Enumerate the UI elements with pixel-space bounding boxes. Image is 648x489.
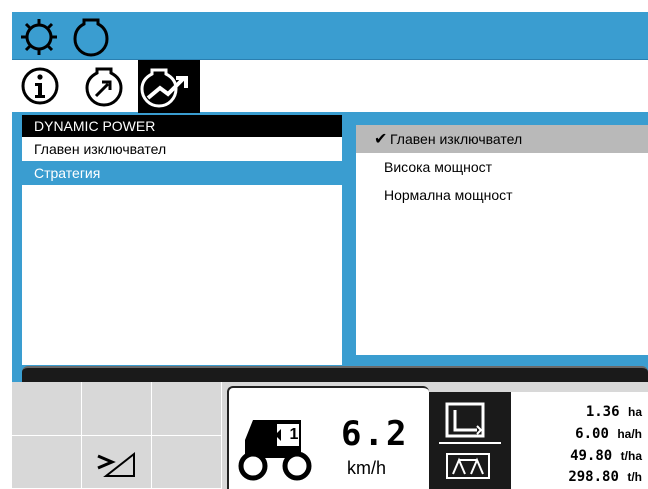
popup-option-label: Главен изключвател	[390, 131, 523, 147]
engine-speed-icon[interactable]	[82, 66, 126, 108]
gear-icon[interactable]	[18, 16, 60, 58]
speed-panel: 1 6.2 km/h	[227, 386, 429, 489]
popup-option-high-power[interactable]: Висока мощност	[356, 153, 648, 181]
softkey-1[interactable]	[12, 382, 82, 436]
strategy-popup: ✔ Главен изключвател Висока мощност Норма…	[342, 113, 648, 365]
terminal-screen: DYNAMIC POWER Главен изключвател Стратег…	[12, 12, 648, 489]
stat-yield-per-ha: 49.80 t/ha	[570, 448, 642, 464]
softkey-pto[interactable]	[82, 436, 152, 489]
popup-option-main-switch[interactable]: ✔ Главен изключвател	[356, 125, 648, 153]
list-item-main-switch[interactable]: Главен изключвател	[22, 137, 356, 161]
list-item-strategy[interactable]: Стратегия	[22, 161, 356, 185]
softkey-grid	[12, 382, 222, 489]
stat-area: 1.36 ha	[585, 404, 642, 420]
speed-unit: km/h	[347, 458, 387, 478]
stat-throughput: 298.80 t/h	[568, 469, 642, 485]
speed-value: 6.2	[341, 414, 409, 454]
stat-area-rate: 6.00 ha/h	[575, 426, 642, 442]
dynamic-power-tab[interactable]	[138, 60, 200, 113]
menu-icon-row	[12, 59, 648, 113]
engine-icon[interactable]	[70, 16, 112, 58]
status-area: 1 6.2 km/h 1.36 ha 6.00 ha/h 49.80 t/ha …	[12, 382, 648, 489]
pto-lever-icon	[97, 451, 135, 477]
checkmark-icon: ✔	[374, 131, 388, 148]
dynamic-power-icon	[140, 68, 188, 108]
softkey-2[interactable]	[82, 382, 152, 436]
info-icon[interactable]	[20, 66, 60, 106]
top-status-row	[12, 12, 648, 59]
gear-number: 1	[289, 426, 299, 443]
softkey-4[interactable]	[12, 436, 82, 489]
popup-option-label: Висока мощност	[384, 159, 493, 175]
softkey-bar	[22, 366, 648, 382]
softkey-3[interactable]	[152, 382, 222, 436]
list-title: DYNAMIC POWER	[22, 115, 356, 137]
popup-options: ✔ Главен изключвател Висока мощност Норма…	[356, 125, 648, 355]
softkey-6[interactable]	[152, 436, 222, 489]
yield-icon-panel	[429, 392, 511, 489]
popup-option-normal-power[interactable]: Нормална мощност	[356, 181, 648, 209]
area-frame-icon[interactable]	[443, 398, 491, 442]
tractor-icon	[238, 420, 312, 481]
settings-list: Главен изключвател Стратегия	[22, 137, 356, 365]
yield-stats: 1.36 ha 6.00 ha/h 49.80 t/ha 298.80 t/h	[511, 392, 648, 489]
yield-scale-icon[interactable]	[443, 448, 493, 482]
popup-option-label: Нормална мощност	[384, 187, 513, 203]
panel-divider	[439, 442, 501, 444]
